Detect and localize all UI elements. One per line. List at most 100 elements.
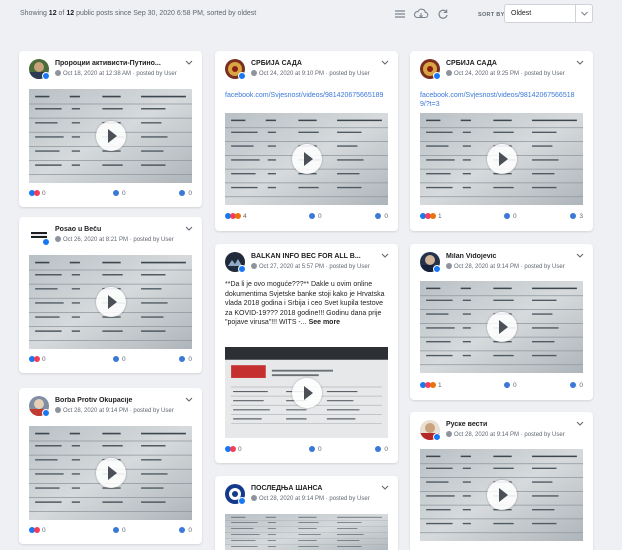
- play-icon[interactable]: [486, 480, 517, 510]
- see-more-link[interactable]: See more: [309, 319, 341, 326]
- video-thumbnail[interactable]: [29, 426, 192, 520]
- page-name[interactable]: Milan Vidojevic: [446, 253, 577, 260]
- comments-count[interactable]: 0: [309, 446, 322, 453]
- post-meta: Oct 27, 2020 at 5:57 PM · posted by User: [251, 263, 370, 270]
- post-card[interactable]: Руске вести Oct 28, 2020 at 9:14 PM · po…: [410, 412, 593, 550]
- globe-icon: [55, 236, 61, 242]
- post-meta: Oct 28, 2020 at 9:14 PM · posted by User: [446, 431, 565, 438]
- share-icon: [179, 527, 186, 533]
- video-thumbnail[interactable]: [225, 347, 388, 438]
- page-name[interactable]: Posao u Beču: [55, 226, 186, 233]
- video-thumbnail[interactable]: [29, 89, 192, 183]
- page-name[interactable]: СРБИЈА САДА: [446, 60, 577, 67]
- comments-count[interactable]: 0: [504, 213, 517, 220]
- video-thumbnail[interactable]: [420, 281, 583, 373]
- facebook-icon: [42, 409, 50, 417]
- video-thumbnail[interactable]: [29, 255, 192, 349]
- shares-count[interactable]: 3: [570, 213, 583, 220]
- chevron-down-icon[interactable]: [576, 253, 584, 259]
- reactions[interactable]: 0: [29, 190, 46, 197]
- post-meta: Oct 28, 2020 at 9:14 PM · posted by User: [251, 495, 370, 502]
- reactions[interactable]: 0: [29, 527, 46, 534]
- play-icon[interactable]: [486, 312, 517, 342]
- video-thumbnail[interactable]: [225, 113, 388, 205]
- results-summary: Showing 12 of 12 public posts since Sep …: [20, 10, 257, 17]
- play-icon[interactable]: [95, 458, 126, 488]
- comment-icon: [113, 527, 119, 533]
- comment-icon: [309, 446, 315, 452]
- reactions[interactable]: 1: [420, 382, 442, 389]
- reactions[interactable]: 1: [420, 213, 442, 220]
- shares-count[interactable]: 0: [570, 382, 583, 389]
- page-name[interactable]: BALKAN INFO BEČ FOR ALL B...: [251, 253, 382, 260]
- chevron-down-icon[interactable]: [185, 397, 193, 403]
- play-icon[interactable]: [291, 144, 322, 174]
- post-stats: 4 0 0: [225, 213, 388, 223]
- chevron-down-icon[interactable]: [575, 5, 592, 22]
- post-card[interactable]: ПОСЛЕДЊА ШАНСА Oct 28, 2020 at 9:14 PM ·…: [215, 476, 398, 550]
- page-name[interactable]: Borba Protiv Okupacije: [55, 397, 186, 404]
- play-icon[interactable]: [95, 287, 126, 317]
- comments-count[interactable]: 0: [309, 213, 322, 220]
- chevron-down-icon[interactable]: [576, 421, 584, 427]
- share-icon: [179, 190, 186, 196]
- shares-count[interactable]: 0: [375, 446, 388, 453]
- chevron-down-icon[interactable]: [381, 253, 389, 259]
- post-card[interactable]: Posao u Beču Oct 26, 2020 at 8:21 PM · p…: [19, 217, 202, 373]
- page-name[interactable]: Пророции активисти-Путино...: [55, 60, 186, 67]
- post-card[interactable]: BALKAN INFO BEČ FOR ALL B... Oct 27, 202…: [215, 244, 398, 463]
- shares-count[interactable]: 0: [375, 213, 388, 220]
- comment-icon: [504, 213, 510, 219]
- video-thumbnail[interactable]: [225, 514, 388, 550]
- chevron-down-icon[interactable]: [185, 60, 193, 66]
- reactions[interactable]: 0: [225, 446, 242, 453]
- post-card[interactable]: СРБИЈА САДА Oct 24, 2020 at 9:25 PM · po…: [410, 51, 593, 231]
- page-name[interactable]: СРБИЈА САДА: [251, 60, 382, 67]
- angry-icon: [430, 213, 436, 219]
- list-icon[interactable]: [392, 7, 408, 21]
- angry-icon: [235, 213, 241, 219]
- shares-count[interactable]: 0: [179, 190, 192, 197]
- video-thumbnail[interactable]: [420, 113, 583, 205]
- shares-count[interactable]: 0: [179, 356, 192, 363]
- globe-icon: [55, 407, 61, 413]
- post-card[interactable]: СРБИЈА САДА Oct 24, 2020 at 9:10 PM · po…: [215, 51, 398, 231]
- video-thumbnail[interactable]: [420, 449, 583, 541]
- sort-select[interactable]: Oldest: [504, 4, 593, 23]
- post-card[interactable]: Milan Vidojevic Oct 28, 2020 at 9:14 PM …: [410, 244, 593, 400]
- chevron-down-icon[interactable]: [381, 60, 389, 66]
- facebook-icon: [433, 265, 441, 273]
- page-name[interactable]: ПОСЛЕДЊА ШАНСА: [251, 485, 382, 492]
- play-icon[interactable]: [291, 377, 322, 408]
- refresh-icon[interactable]: [435, 7, 451, 21]
- page-name[interactable]: Руске вести: [446, 421, 577, 428]
- post-card[interactable]: Borba Protiv Okupacije Oct 28, 2020 at 9…: [19, 388, 202, 544]
- post-card[interactable]: Пророции активисти-Путино... Oct 18, 202…: [19, 51, 202, 207]
- comments-count[interactable]: 0: [113, 356, 126, 363]
- post-meta: Oct 28, 2020 at 9:14 PM · posted by User: [446, 263, 565, 270]
- reactions[interactable]: 4: [225, 213, 247, 220]
- cloud-download-icon[interactable]: [413, 7, 429, 21]
- reactions[interactable]: 0: [29, 356, 46, 363]
- results-toolbar: Showing 12 of 12 public posts since Sep …: [0, 0, 622, 30]
- share-icon: [375, 446, 382, 452]
- post-meta: Oct 18, 2020 at 12:38 AM · posted by Use…: [55, 70, 177, 77]
- globe-icon: [251, 70, 257, 76]
- globe-icon: [446, 70, 452, 76]
- post-meta: Oct 24, 2020 at 9:25 PM · posted by User: [446, 70, 565, 77]
- shares-count[interactable]: 0: [179, 527, 192, 534]
- post-link[interactable]: facebook.com/Svjesnost/videos/9814206756…: [420, 91, 583, 109]
- facebook-icon: [238, 265, 246, 273]
- love-icon: [34, 527, 40, 533]
- play-icon[interactable]: [486, 144, 517, 174]
- comments-count[interactable]: 0: [113, 190, 126, 197]
- post-link[interactable]: facebook.com/Svjesnost/videos/9814206756…: [225, 91, 388, 100]
- post-meta: Oct 28, 2020 at 9:14 PM · posted by User: [55, 407, 174, 414]
- share-icon: [179, 356, 186, 362]
- chevron-down-icon[interactable]: [185, 226, 193, 232]
- play-icon[interactable]: [95, 121, 126, 151]
- comments-count[interactable]: 0: [504, 382, 517, 389]
- chevron-down-icon[interactable]: [381, 485, 389, 491]
- comments-count[interactable]: 0: [113, 527, 126, 534]
- chevron-down-icon[interactable]: [576, 60, 584, 66]
